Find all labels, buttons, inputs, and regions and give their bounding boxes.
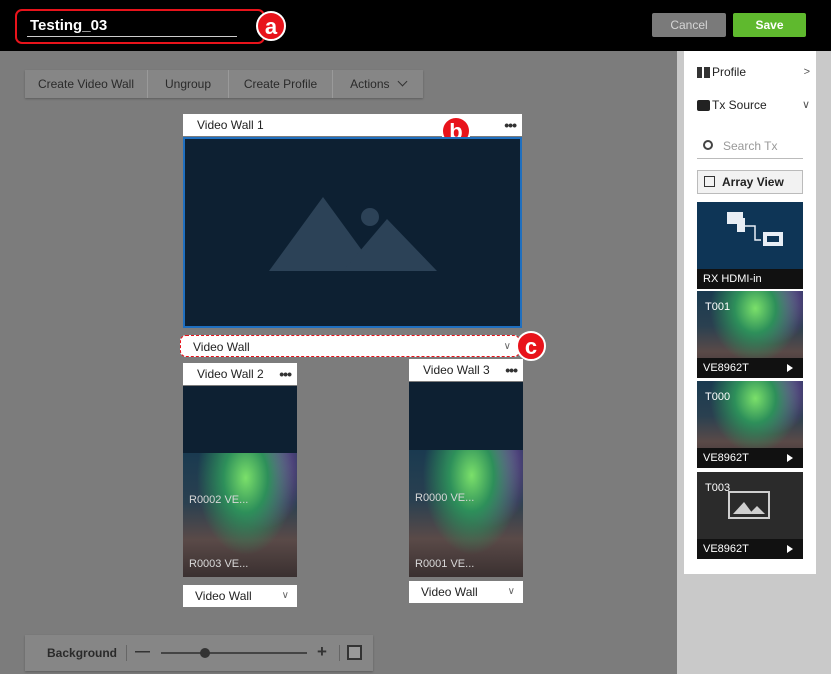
array-view-button[interactable]: Array View bbox=[697, 170, 803, 194]
divider bbox=[339, 645, 340, 661]
tx-source-label: Tx Source bbox=[712, 98, 767, 112]
video-wall-2-type-value: Video Wall bbox=[195, 589, 252, 603]
profile-name-text: Testing_03 bbox=[30, 17, 108, 34]
video-wall-2-title: Video Wall 2 bbox=[197, 367, 264, 381]
tile-id: T001 bbox=[705, 301, 731, 313]
video-wall-1-type-value: Video Wall bbox=[193, 340, 250, 354]
create-video-wall-button[interactable]: Create Video Wall bbox=[25, 70, 148, 98]
search-tx-input[interactable]: Search Tx bbox=[697, 133, 803, 159]
background-label: Background bbox=[47, 646, 118, 660]
profile-name-underline bbox=[27, 36, 237, 37]
tile-id: T003 bbox=[705, 482, 731, 494]
video-wall-2-type-select[interactable]: Video Wall ∨ bbox=[183, 585, 297, 607]
background-slider[interactable] bbox=[161, 648, 307, 658]
tx-source-section-header[interactable]: Tx Source ∨ bbox=[684, 89, 816, 122]
create-profile-button[interactable]: Create Profile bbox=[229, 70, 333, 98]
source-tile-t001[interactable]: T001 VE8962T bbox=[697, 291, 803, 378]
tile-caption-text: VE8962T bbox=[703, 452, 749, 464]
video-wall-3-type-value: Video Wall bbox=[421, 585, 478, 599]
actions-menu-button[interactable]: Actions bbox=[333, 70, 423, 98]
video-wall-3-rx-label-bottom: R0001 VE... bbox=[415, 558, 475, 570]
tile-caption-text: VE8962T bbox=[703, 543, 749, 555]
tile-caption: VE8962T bbox=[697, 539, 803, 559]
video-wall-1-screen[interactable] bbox=[183, 137, 522, 328]
source-tile-t000[interactable]: T000 VE8962T bbox=[697, 381, 803, 468]
tile-caption: VE8962T bbox=[697, 358, 803, 378]
array-view-label: Array View bbox=[722, 175, 784, 189]
chevron-down-icon: ∨ bbox=[503, 341, 511, 352]
zoom-out-icon[interactable]: — bbox=[135, 643, 150, 660]
video-wall-3-rx-label-top: R0000 VE... bbox=[415, 492, 475, 504]
chevron-down-icon: ∨ bbox=[281, 590, 289, 601]
ungroup-button[interactable]: Ungroup bbox=[148, 70, 229, 98]
source-tile-rx-hdmi-in[interactable]: RX HDMI-in bbox=[697, 202, 803, 289]
video-wall-1-header[interactable]: Video Wall 1 ••• bbox=[183, 114, 522, 136]
video-wall-1-title: Video Wall 1 bbox=[197, 118, 264, 132]
play-icon[interactable] bbox=[787, 545, 793, 553]
video-wall-2-rx-label-top: R0002 VE... bbox=[189, 494, 249, 506]
video-wall-2-header[interactable]: Video Wall 2 ••• bbox=[183, 363, 297, 385]
divider bbox=[126, 645, 127, 661]
grid-icon bbox=[697, 67, 710, 78]
video-wall-3-type-select[interactable]: Video Wall ∨ bbox=[409, 581, 523, 603]
fit-screen-icon[interactable] bbox=[347, 645, 362, 660]
more-options-icon[interactable]: ••• bbox=[504, 114, 517, 136]
chevron-down-icon bbox=[397, 76, 408, 87]
profile-section-header[interactable]: Profile > bbox=[684, 56, 816, 89]
video-wall-2-rx-label-bottom: R0003 VE... bbox=[189, 558, 249, 570]
tile-caption: VE8962T bbox=[697, 448, 803, 468]
canvas-toolbar: Create Video Wall Ungroup Create Profile… bbox=[25, 70, 423, 98]
right-panel-content: Profile > Tx Source ∨ Search Tx Array Vi… bbox=[684, 51, 816, 574]
more-options-icon[interactable]: ••• bbox=[279, 363, 292, 385]
search-tx-placeholder: Search Tx bbox=[723, 139, 778, 153]
external-link-icon bbox=[704, 176, 715, 187]
zoom-in-icon[interactable]: + bbox=[317, 642, 327, 662]
tile-caption-text: VE8962T bbox=[703, 362, 749, 374]
background-toolbar: Background — + bbox=[25, 635, 373, 671]
video-wall-3-header[interactable]: Video Wall 3 ••• bbox=[409, 359, 523, 381]
video-wall-2-screen[interactable]: R0002 VE... R0003 VE... bbox=[183, 386, 297, 577]
save-button[interactable]: Save bbox=[733, 13, 806, 37]
tile-id: T000 bbox=[705, 391, 731, 403]
play-icon[interactable] bbox=[787, 454, 793, 462]
cancel-button[interactable]: Cancel bbox=[652, 13, 726, 37]
chevron-down-icon: ∨ bbox=[507, 586, 515, 597]
source-tile-t003[interactable]: T003 VE8962T bbox=[697, 472, 803, 559]
callout-a: a bbox=[256, 11, 286, 41]
video-wall-3-title: Video Wall 3 bbox=[423, 363, 490, 377]
profile-name-field[interactable]: Testing_03 bbox=[15, 9, 265, 44]
tile-caption: RX HDMI-in bbox=[697, 269, 803, 289]
video-wall-1-type-select[interactable]: Video Wall ∨ bbox=[180, 335, 520, 357]
hdmi-connection-icon bbox=[727, 212, 783, 246]
more-options-icon[interactable]: ••• bbox=[505, 359, 518, 381]
slider-thumb[interactable] bbox=[199, 648, 210, 658]
image-placeholder-icon bbox=[269, 197, 437, 271]
video-wall-3-screen[interactable]: R0000 VE... R0001 VE... bbox=[409, 382, 523, 577]
video-icon bbox=[697, 100, 710, 111]
search-icon bbox=[703, 140, 713, 150]
chevron-right-icon: > bbox=[803, 66, 810, 78]
play-icon[interactable] bbox=[787, 364, 793, 372]
actions-label: Actions bbox=[350, 77, 390, 91]
profile-label: Profile bbox=[712, 65, 747, 79]
chevron-down-icon: ∨ bbox=[801, 99, 810, 111]
callout-c: c bbox=[516, 331, 546, 361]
